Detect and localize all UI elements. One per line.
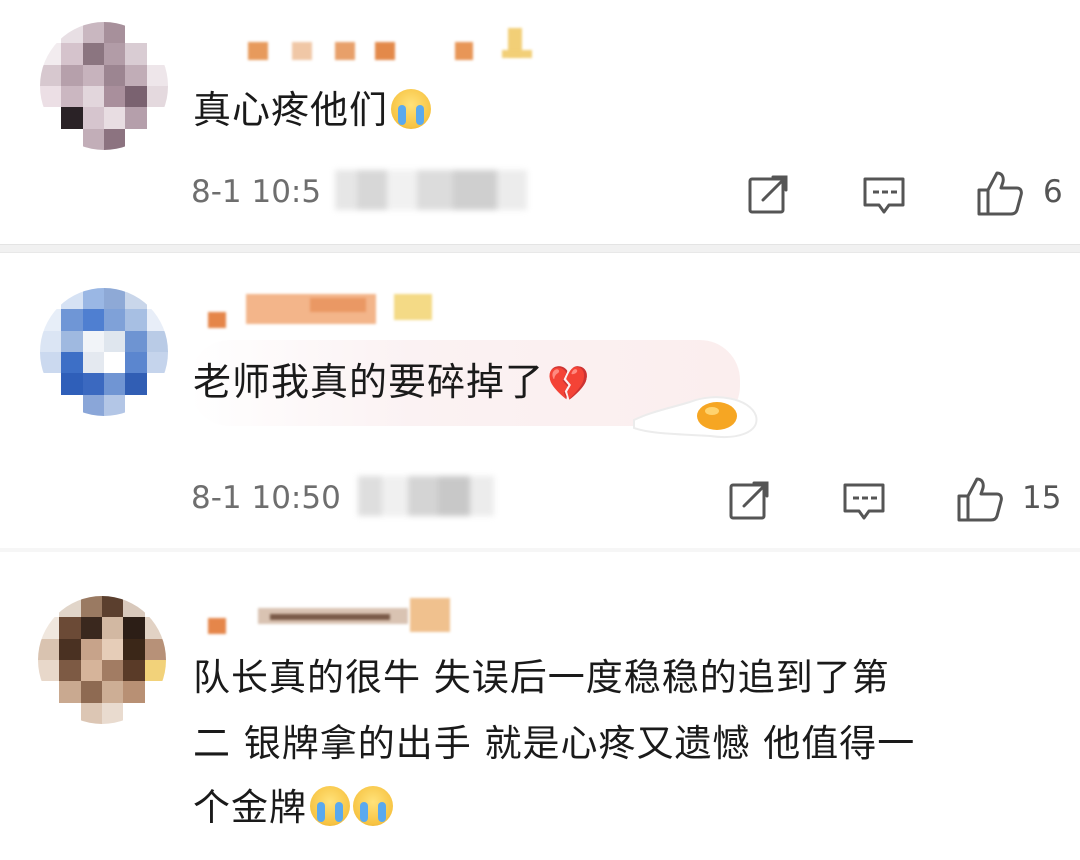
comment-text: 老师我真的要碎掉了💔 xyxy=(193,352,590,414)
comment-text-content: 二 银牌拿的出手 就是心疼又遗憾 他值得一 xyxy=(193,722,916,765)
comment-item: 真心疼他们 8-1 10:5 6 xyxy=(0,0,1080,245)
share-icon[interactable] xyxy=(726,478,772,524)
avatar[interactable] xyxy=(40,22,168,150)
comment-item: 队长真的很牛 失误后一度稳稳的追到了第 二 银牌拿的出手 就是心疼又遗憾 他值得… xyxy=(0,556,1080,860)
timestamp: 8-1 10:5 xyxy=(191,174,322,210)
comment-text-content: 老师我真的要碎掉了 xyxy=(193,360,545,404)
blurred-username[interactable] xyxy=(240,28,560,62)
avatar[interactable] xyxy=(38,596,166,724)
like-count: 6 xyxy=(1043,174,1063,210)
comment-text-content: 个金牌 xyxy=(193,786,307,829)
crying-face-icon xyxy=(353,786,393,826)
comment-icon[interactable] xyxy=(841,478,887,524)
avatar[interactable] xyxy=(40,288,168,416)
blurred-username[interactable] xyxy=(200,290,450,330)
blurred-username[interactable] xyxy=(200,596,470,636)
like-count: 15 xyxy=(1022,480,1062,516)
share-icon[interactable] xyxy=(745,172,791,218)
blurred-location xyxy=(335,170,555,210)
blurred-location xyxy=(358,476,503,516)
comment-text-content: 队长真的很牛 失误后一度稳稳的追到了第 xyxy=(193,656,890,699)
comment-text-line: 个金牌 xyxy=(193,778,393,838)
comment-time: 8-1 10:5 xyxy=(191,174,321,210)
comment-text-line: 队长真的很牛 失误后一度稳稳的追到了第 xyxy=(193,648,890,708)
loudly-crying-face-icon xyxy=(391,89,432,129)
like-icon[interactable] xyxy=(955,474,1005,524)
comment-icon[interactable] xyxy=(861,172,907,218)
comment-text-content: 真心疼他们 xyxy=(193,88,389,132)
comment-divider xyxy=(0,548,1080,552)
comment-text: 真心疼他们 xyxy=(193,80,432,140)
broken-heart-icon: 💔 xyxy=(547,364,591,404)
crying-face-icon xyxy=(310,786,350,826)
comment-item: 老师我真的要碎掉了💔 8-1 10:50 15 xyxy=(0,252,1080,542)
timestamp: 8-1 10:50 xyxy=(191,480,341,516)
like-icon[interactable] xyxy=(975,168,1025,218)
comment-text-line: 二 银牌拿的出手 就是心疼又遗憾 他值得一 xyxy=(193,714,915,774)
comment-time: 8-1 10:50 xyxy=(191,480,341,516)
fried-egg-sticker-icon xyxy=(633,396,758,438)
